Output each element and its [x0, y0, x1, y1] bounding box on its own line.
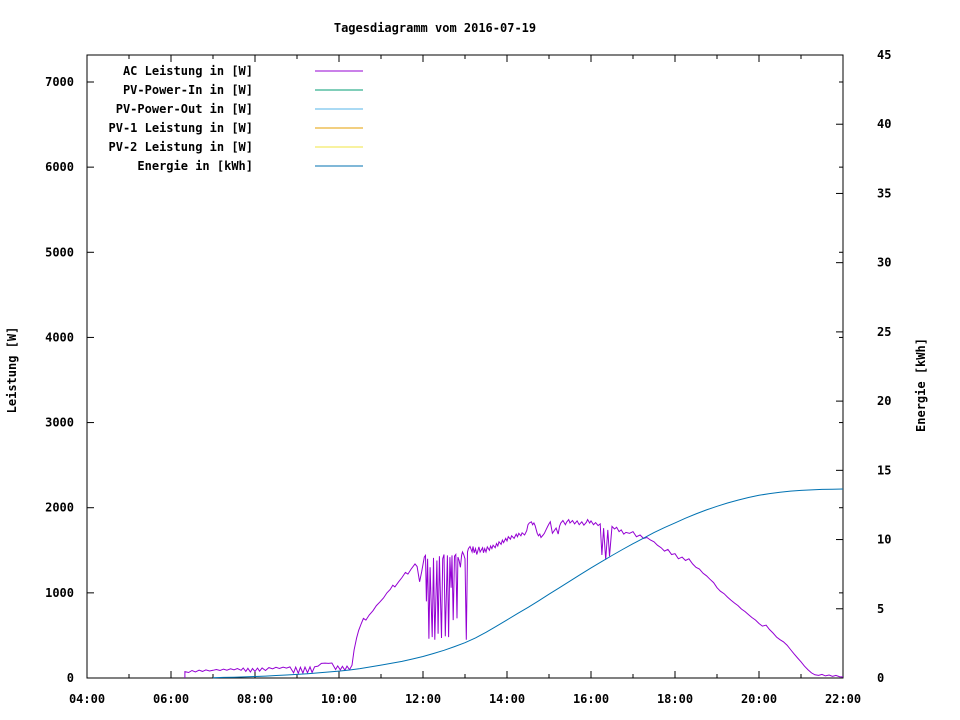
plot-generated-content: 04:00 06:00 08:00 10:00 12:00 14:00 16:00 18:00… — [45, 48, 891, 706]
x-tick-label: 18:00 — [657, 692, 693, 706]
legend-label: PV-Power-In in [W] — [123, 83, 253, 97]
y-tick-label: 3000 — [45, 416, 74, 430]
x-tick-label: 10:00 — [321, 692, 357, 706]
y2-tick-label: 40 — [877, 117, 891, 131]
y-tick-label: 7000 — [45, 75, 74, 89]
x-tick-label: 16:00 — [573, 692, 609, 706]
chart-page: Tagesdiagramm vom 2016-07-19 Leistung [W… — [0, 0, 960, 720]
legend-label: AC Leistung in [W] — [123, 64, 253, 78]
x-tick-label: 20:00 — [741, 692, 777, 706]
y2-tick-label: 20 — [877, 394, 891, 408]
x-tick-label: 08:00 — [237, 692, 273, 706]
x-tick-label: 12:00 — [405, 692, 441, 706]
legend-label: PV-2 Leistung in [W] — [109, 140, 254, 154]
y-tick-label: 6000 — [45, 160, 74, 174]
y-axis-label: Leistung [W] — [5, 327, 19, 414]
y2-tick-label: 5 — [877, 602, 884, 616]
y-tick-label: 5000 — [45, 245, 74, 259]
y2-tick-label: 10 — [877, 533, 891, 547]
legend-label: Energie in [kWh] — [137, 159, 253, 173]
y2-tick-label: 0 — [877, 671, 884, 685]
y2-tick-label: 25 — [877, 325, 891, 339]
y2-tick-label: 30 — [877, 256, 891, 270]
y2-tick-label: 35 — [877, 186, 891, 200]
x-tick-label: 04:00 — [69, 692, 105, 706]
y2-tick-label: 45 — [877, 48, 891, 62]
y-tick-label: 1000 — [45, 586, 74, 600]
y2-axis-label: Energie [kWh] — [914, 338, 928, 432]
series-line-energie-in-kwh — [212, 488, 844, 679]
y-tick-label: 2000 — [45, 501, 74, 515]
x-tick-label: 14:00 — [489, 692, 525, 706]
y-tick-label: 0 — [67, 671, 74, 685]
x-tick-label: 22:00 — [825, 692, 861, 706]
legend-label: PV-1 Leistung in [W] — [109, 121, 254, 135]
daily-pv-chart: Tagesdiagramm vom 2016-07-19 Leistung [W… — [5, 21, 928, 706]
legend-label: PV-Power-Out in [W] — [116, 102, 253, 116]
y2-tick-label: 15 — [877, 463, 891, 477]
series-line-ac-leistung-in-w — [184, 518, 844, 678]
chart-title: Tagesdiagramm vom 2016-07-19 — [334, 21, 536, 35]
y-tick-label: 4000 — [45, 330, 74, 344]
x-tick-label: 06:00 — [153, 692, 189, 706]
